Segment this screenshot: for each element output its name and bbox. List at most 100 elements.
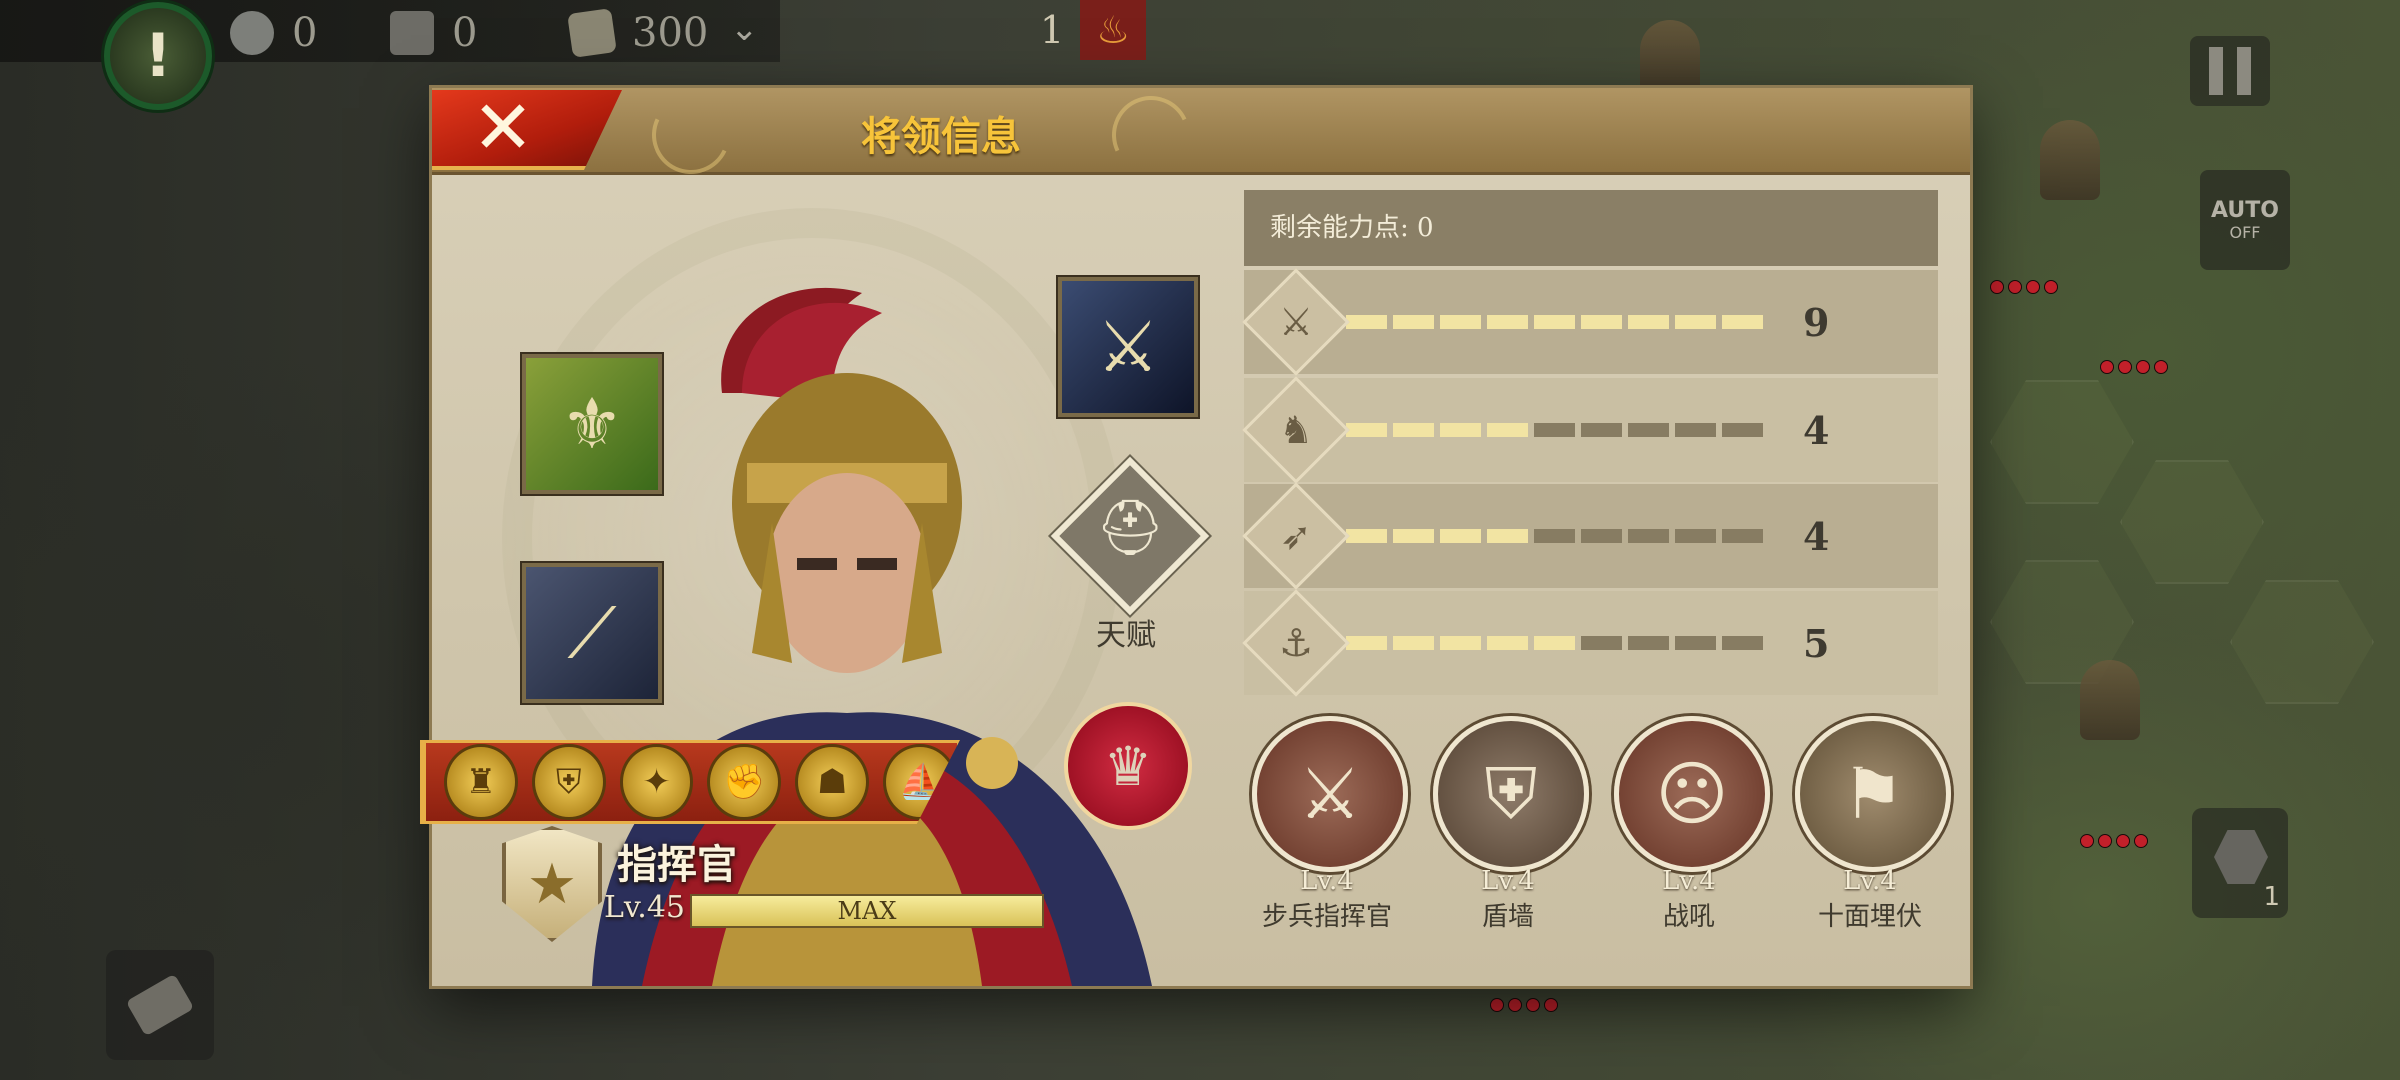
stat-segment <box>1440 636 1481 650</box>
pause-bar <box>2237 47 2251 95</box>
stat-segment <box>1487 423 1528 437</box>
helmet-banner-icon: ⚜ <box>560 383 624 465</box>
helmet-icon: ⛑ <box>1096 496 1165 559</box>
chevron-down-icon[interactable]: ⌄ <box>730 12 768 46</box>
turn-counter: 1 <box>1040 8 1065 52</box>
skill-war-cry[interactable]: ☹ Lv.4 战吼 <box>1614 716 1770 933</box>
stat-segment <box>1487 529 1528 543</box>
stat-value: 4 <box>1803 513 1830 559</box>
eagle-medal-icon[interactable]: ♜ <box>444 744 518 820</box>
alert-button[interactable]: ! <box>104 2 212 110</box>
general-info-dialog: 将领信息 ✕ ⚜ ⟋ ⚔ ⛑ 天赋 ♛ ♜ ⛨ ✦ ✊ ☗ ⛵ ★ 指挥官 Lv… <box>420 85 1970 986</box>
auto-label: AUTO <box>2211 198 2279 223</box>
stat-segment <box>1534 315 1575 329</box>
bow-icon: ➶ <box>1242 482 1350 590</box>
remaining-points: 剩余能力点: 0 <box>1244 190 1938 266</box>
banner-equipment-slot[interactable]: ⚜ <box>522 354 662 494</box>
hammer-icon <box>390 11 434 55</box>
skill-shield-wall[interactable]: ⛨ Lv.4 盾墙 <box>1433 716 1589 933</box>
stat-row-navy: ⚓ 5 <box>1242 589 1938 697</box>
unit-health-pips <box>1490 998 1558 1012</box>
resource-value: 0 <box>292 10 318 56</box>
war-cry-icon: ☹ <box>1614 716 1770 872</box>
pause-bar <box>2209 47 2223 95</box>
ambush-icon: ⚑ <box>1795 716 1951 872</box>
stat-segment <box>1581 529 1622 543</box>
stat-segment <box>1393 636 1434 650</box>
stat-segment <box>1581 423 1622 437</box>
level-progress-bar: MAX <box>690 894 1044 928</box>
dialog-title: 将领信息 <box>861 113 1021 160</box>
stat-segment <box>1628 315 1669 329</box>
rank-name: 指挥官 <box>617 841 737 888</box>
crossed-swords-icon: ⚔ <box>1252 716 1408 872</box>
pause-button[interactable] <box>2190 36 2270 106</box>
unit-health-pips <box>2100 360 2168 374</box>
trait-medal-bar: ♜ ⛨ ✦ ✊ ☗ ⛵ <box>420 740 960 824</box>
stat-segment <box>1628 423 1669 437</box>
anchor-icon: ⚓ <box>1242 589 1350 697</box>
sword-equipment-slot[interactable]: ⚔ <box>1058 277 1198 417</box>
spear-equipment-slot[interactable]: ⟋ <box>522 563 662 703</box>
horse-icon: ♞ <box>1242 376 1350 484</box>
skill-level: Lv.4 <box>1843 866 1897 896</box>
helmet-medal-icon[interactable]: ☗ <box>795 744 870 820</box>
close-icon: ✕ <box>472 85 535 171</box>
shield-medal-icon[interactable]: ⛨ <box>531 744 606 820</box>
stat-segment <box>1346 636 1387 650</box>
talent-label: 天赋 <box>1096 618 1156 653</box>
skill-ambush[interactable]: ⚑ Lv.4 十面埋伏 <box>1795 716 1951 933</box>
stat-segment <box>1346 529 1387 543</box>
fire-icon[interactable]: ♨ <box>1080 0 1147 60</box>
resource-value: 300 <box>632 10 709 56</box>
turn-status: 1 ♨ <box>1040 0 1147 60</box>
auto-button[interactable]: AUTO OFF <box>2200 170 2290 270</box>
scroll-menu-button[interactable] <box>106 950 214 1060</box>
skill-name: 盾墙 <box>1481 902 1534 932</box>
stat-segment <box>1346 315 1387 329</box>
resource-hammer: 0 <box>390 10 477 56</box>
map-unit[interactable] <box>2080 660 2140 740</box>
stat-segment <box>1440 529 1481 543</box>
crown-icon: ♛ <box>1103 734 1153 798</box>
stat-segment <box>1581 315 1622 329</box>
stat-segment <box>1628 529 1669 543</box>
sword-icon: ⚔ <box>1096 306 1160 388</box>
stat-value: 4 <box>1803 407 1830 453</box>
stat-segment <box>1346 423 1387 437</box>
skill-name: 十面埋伏 <box>1817 902 1922 932</box>
auto-state: OFF <box>2229 223 2261 242</box>
skill-infantry-commander[interactable]: ⚔ Lv.4 步兵指挥官 <box>1252 716 1408 933</box>
skill-name: 步兵指挥官 <box>1261 902 1392 932</box>
map-unit[interactable] <box>2040 120 2100 200</box>
scroll-icon <box>125 973 195 1037</box>
arm-medal-icon[interactable]: ✊ <box>707 744 782 820</box>
shield-wall-icon: ⛨ <box>1433 716 1589 872</box>
stat-segment <box>1487 315 1528 329</box>
stat-bar <box>1346 423 1763 437</box>
stat-segment <box>1440 423 1481 437</box>
spear-icon: ⟋ <box>567 591 617 674</box>
hex-map-button[interactable]: 1 <box>2192 808 2288 918</box>
stat-segment <box>1393 423 1434 437</box>
silver-coin-icon <box>230 11 274 55</box>
exclamation-icon: ! <box>144 21 172 91</box>
stat-segment <box>1628 636 1669 650</box>
stat-bar <box>1346 315 1763 329</box>
stat-segment <box>1722 315 1763 329</box>
stat-segment <box>1393 529 1434 543</box>
stat-bar <box>1346 636 1763 650</box>
stat-segment <box>1534 423 1575 437</box>
level-label: Lv.45 <box>604 890 686 925</box>
stat-segment <box>1722 529 1763 543</box>
stat-segment <box>1722 423 1763 437</box>
compass-medal-icon[interactable]: ✦ <box>619 744 694 820</box>
talent-button[interactable]: ⛑ <box>1050 456 1210 616</box>
stat-segment <box>1675 315 1716 329</box>
crown-button[interactable]: ♛ <box>1064 702 1192 830</box>
stat-segment <box>1581 636 1622 650</box>
stat-row-archery: ➶ 4 <box>1242 482 1938 590</box>
stat-segment <box>1487 636 1528 650</box>
stat-segment <box>1440 315 1481 329</box>
unit-health-pips <box>2080 834 2148 848</box>
